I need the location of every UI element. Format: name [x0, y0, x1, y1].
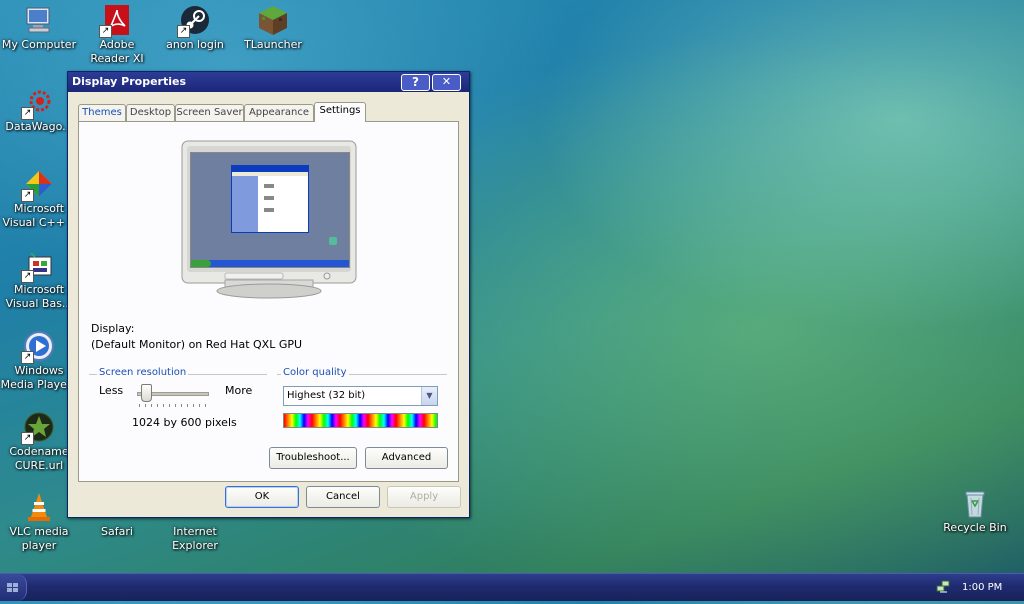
desktop-icon-label: anon login: [166, 38, 224, 51]
preview-window: [231, 165, 309, 233]
slider-thumb[interactable]: [141, 384, 152, 402]
tab-screen-saver[interactable]: Screen Saver: [175, 104, 244, 121]
recycle-bin-icon: [959, 487, 991, 519]
desktop-icon-label: Internet Explorer: [172, 525, 218, 552]
windows-logo-icon: [7, 583, 18, 592]
desktop-icon-label: VLC media player: [9, 525, 69, 552]
desktop-icon-tlauncher[interactable]: TLauncher: [234, 4, 312, 52]
desktop-icon-label: Recycle Bin: [943, 521, 1007, 534]
advanced-button[interactable]: Advanced: [365, 447, 448, 469]
less-label: Less: [99, 384, 124, 397]
help-button[interactable]: ?: [401, 74, 430, 91]
cancel-button[interactable]: Cancel: [306, 486, 380, 508]
vlc-cone-icon: [23, 491, 55, 523]
ok-button[interactable]: OK: [225, 486, 299, 508]
shortcut-arrow-icon: ↗: [21, 270, 34, 283]
minecraft-block-icon: [257, 4, 289, 36]
media-player-icon: ↗: [21, 330, 55, 364]
shortcut-arrow-icon: ↗: [177, 25, 190, 38]
start-button[interactable]: [0, 574, 27, 601]
computer-icon: [23, 4, 55, 36]
shortcut-arrow-icon: ↗: [21, 432, 34, 445]
window-title: Display Properties: [72, 75, 187, 88]
system-tray: 1:00 PM: [936, 574, 1024, 601]
color-quality-select[interactable]: Highest (32 bit) ▼: [283, 386, 438, 406]
shortcut-arrow-icon: ↗: [21, 107, 34, 120]
display-properties-window: Display Properties ? ✕ Themes Desktop Sc…: [67, 71, 470, 518]
clock[interactable]: 1:00 PM: [962, 574, 1002, 601]
tab-appearance[interactable]: Appearance: [244, 104, 314, 121]
monitor-preview: [181, 140, 357, 300]
shortcut-arrow-icon: ↗: [21, 189, 34, 202]
color-spectrum-bar: [283, 413, 438, 428]
desktop-icon-my-computer[interactable]: My Computer: [0, 4, 78, 52]
preview-desktop-icon: [329, 237, 337, 245]
resolution-value: 1024 by 600 pixels: [132, 416, 237, 429]
desktop-icon-adobe-reader[interactable]: ↗ Adobe Reader XI: [78, 4, 156, 66]
troubleshoot-button[interactable]: Troubleshoot...: [269, 447, 357, 469]
desktop-icon-label: My Computer: [1, 38, 77, 51]
desktop-icon-label: Adobe Reader XI: [90, 38, 144, 65]
dropdown-arrow-icon[interactable]: ▼: [421, 387, 437, 405]
title-bar[interactable]: Display Properties ? ✕: [68, 72, 469, 92]
color-quality-label: Color quality: [281, 367, 349, 378]
desktop-icon-label: Safari: [101, 525, 133, 538]
apply-button[interactable]: Apply: [387, 486, 461, 508]
network-icon[interactable]: [936, 580, 950, 594]
close-button[interactable]: ✕: [432, 74, 461, 91]
codename-cure-icon: ↗: [21, 411, 55, 445]
tab-themes[interactable]: Themes: [78, 104, 126, 121]
visual-cpp-icon: ↗: [21, 168, 55, 202]
monitor-screen: [190, 152, 350, 268]
taskbar: 1:00 PM: [0, 573, 1024, 601]
resolution-group-label: Screen resolution: [97, 367, 189, 378]
color-quality-value: Highest (32 bit): [287, 390, 366, 401]
datawago-icon: ↗: [21, 86, 55, 120]
desktop-icon-label: TLauncher: [244, 38, 302, 51]
preview-taskbar: [191, 260, 349, 267]
steam-icon: ↗: [177, 4, 211, 38]
shortcut-arrow-icon: ↗: [21, 351, 34, 364]
shortcut-arrow-icon: ↗: [99, 25, 112, 38]
resolution-slider[interactable]: [137, 384, 209, 410]
desktop-icon-anon-login[interactable]: ↗ anon login: [156, 4, 234, 52]
tab-desktop[interactable]: Desktop: [126, 104, 175, 121]
slider-ticks: [139, 404, 207, 407]
display-label: Display:: [91, 322, 135, 335]
display-value: (Default Monitor) on Red Hat QXL GPU: [91, 338, 303, 351]
tab-settings[interactable]: Settings: [314, 102, 366, 122]
visual-basic-icon: ↗: [21, 249, 55, 283]
more-label: More: [225, 384, 253, 397]
adobe-reader-icon: ↗: [99, 4, 133, 38]
desktop-icon-recycle-bin[interactable]: Recycle Bin: [936, 487, 1014, 535]
settings-panel: Display: (Default Monitor) on Red Hat QX…: [78, 121, 459, 482]
